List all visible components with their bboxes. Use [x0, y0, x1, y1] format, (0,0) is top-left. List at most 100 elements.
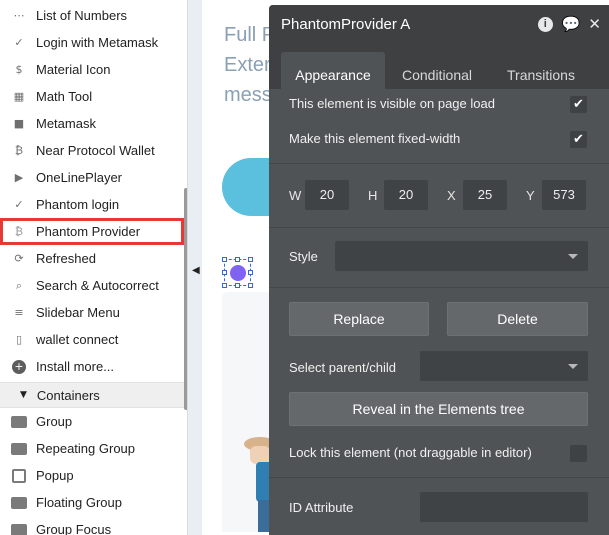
caret-down-icon: ▼ [20, 390, 27, 400]
resize-handle[interactable] [235, 283, 240, 288]
palette-item-slidebar-menu[interactable]: ≡ Slidebar Menu [0, 299, 184, 326]
replace-button[interactable]: Replace [289, 302, 429, 336]
resize-handle[interactable] [248, 270, 253, 275]
palette-item-metamask[interactable]: ■ Metamask [0, 110, 184, 137]
resize-handle[interactable] [235, 257, 240, 262]
palette-item-refreshed[interactable]: ⟳ Refreshed [0, 245, 184, 272]
canvas-text-line: Exter [224, 54, 271, 76]
chevron-down-icon [568, 254, 578, 259]
palette-item-search-autocorrect[interactable]: ⌕ Search & Autocorrect [0, 272, 184, 299]
menu-icon: ≡ [14, 306, 24, 319]
phantom-provider-element[interactable] [222, 257, 253, 288]
palette-item-floating-group[interactable]: Floating Group [0, 489, 184, 516]
phantom-ghost-icon [230, 265, 246, 281]
palette-item-popup[interactable]: Popup [0, 462, 184, 489]
collapse-panel-arrow-icon[interactable]: ◀ [192, 265, 200, 276]
height-input[interactable]: 20 [384, 180, 428, 210]
x-label: X [447, 188, 456, 203]
palette-item-wallet-connect[interactable]: ▯ wallet connect [0, 326, 184, 353]
palette-item-label: Near Protocol Wallet [36, 143, 155, 158]
divider [269, 477, 609, 478]
dollar-icon: $ [15, 63, 23, 76]
section-header-label: Containers [36, 387, 100, 403]
width-input[interactable]: 20 [305, 180, 349, 210]
property-editor-title: PhantomProvider A [281, 15, 411, 33]
palette-item-label: Material Icon [36, 62, 111, 77]
folder-icon [11, 523, 27, 535]
popup-icon [12, 468, 26, 483]
id-attribute-input[interactable] [420, 492, 588, 522]
palette-item-label: wallet connect [36, 332, 119, 347]
tab-conditional[interactable]: Conditional [389, 52, 485, 89]
palette-item-group-focus[interactable]: Group Focus [0, 516, 184, 535]
calculator-icon: ▦ [13, 90, 25, 103]
palette-item-label: Floating Group [36, 495, 122, 510]
palette-item-material-icon[interactable]: $ Material Icon [0, 56, 184, 83]
id-attribute-label: ID Attribute [289, 500, 354, 515]
palette-item-label: Login with Metamask [36, 35, 159, 50]
folder-icon [11, 415, 27, 428]
info-icon[interactable]: i [537, 16, 553, 32]
palette-item-label: Group Focus [36, 522, 112, 535]
reveal-in-elements-tree-button[interactable]: Reveal in the Elements tree [289, 392, 588, 426]
palette-item-label: List of Numbers [36, 8, 128, 23]
fixed-width-label: Make this element fixed-width [289, 131, 461, 146]
visible-on-load-checkbox[interactable]: ✔ [570, 96, 587, 113]
style-label: Style [289, 249, 318, 264]
width-label: W [289, 188, 302, 203]
canvas-text-block[interactable]: Full P Exter mess [224, 20, 275, 110]
palette-item-list-of-numbers[interactable]: ⋯ List of Numbers [0, 2, 184, 29]
resize-handle[interactable] [248, 283, 253, 288]
palette-item-near-protocol-wallet[interactable]: ₿ Near Protocol Wallet [0, 137, 184, 164]
tab-transitions[interactable]: Transitions [493, 52, 589, 89]
y-input[interactable]: 573 [542, 180, 586, 210]
palette-scrollbar[interactable] [184, 188, 187, 410]
property-editor: PhantomProvider A i 💬 ✕ Appearance Condi… [269, 5, 609, 535]
parent-child-dropdown[interactable] [420, 351, 588, 381]
section-header-containers[interactable]: ▼ Containers [0, 382, 184, 408]
lock-element-checkbox[interactable] [570, 445, 587, 462]
resize-handle[interactable] [248, 257, 253, 262]
palette-item-group[interactable]: Group [0, 408, 184, 435]
palette-item-label: Repeating Group [36, 441, 136, 456]
divider [269, 163, 609, 164]
palette-item-label: Metamask [36, 116, 96, 131]
palette-item-onelineplayer[interactable]: ▶ OneLinePlayer [0, 164, 184, 191]
ellipsis-icon: ⋯ [13, 9, 25, 22]
visible-on-load-label: This element is visible on page load [289, 96, 495, 111]
plus-circle-icon: + [12, 359, 26, 374]
resize-handle[interactable] [222, 257, 227, 262]
palette-item-repeating-group[interactable]: Repeating Group [0, 435, 184, 462]
palette-item-login-with-metamask[interactable]: ✓ Login with Metamask [0, 29, 184, 56]
select-parent-child-label: Select parent/child [289, 360, 396, 375]
palette-item-install-more[interactable]: + Install more... [0, 353, 184, 380]
resize-handle[interactable] [222, 283, 227, 288]
palette-item-label: Search & Autocorrect [36, 278, 159, 293]
property-editor-titlebar[interactable]: PhantomProvider A i 💬 ✕ [269, 5, 609, 43]
palette-item-label: OneLinePlayer [36, 170, 122, 185]
palette-item-math-tool[interactable]: ▦ Math Tool [0, 83, 184, 110]
height-label: H [368, 188, 378, 203]
refresh-icon: ⟳ [14, 252, 24, 265]
tab-appearance[interactable]: Appearance [281, 52, 385, 89]
style-dropdown[interactable] [335, 241, 588, 271]
search-icon: ⌕ [15, 278, 23, 292]
fixed-width-checkbox[interactable]: ✔ [570, 131, 587, 148]
delete-button[interactable]: Delete [447, 302, 588, 336]
palette-item-label: Phantom login [36, 197, 120, 212]
divider [269, 227, 609, 228]
close-icon[interactable]: ✕ [588, 15, 601, 33]
comment-icon[interactable]: 💬 [562, 15, 581, 33]
folder-icon [11, 496, 27, 509]
check-circle-icon: ✓ [14, 198, 24, 211]
play-icon: ▶ [14, 171, 24, 184]
palette-item-phantom-login[interactable]: ✓ Phantom login [0, 191, 184, 218]
y-label: Y [526, 188, 535, 203]
palette-item-label: Popup [36, 468, 74, 483]
chevron-down-icon [568, 364, 578, 369]
resize-handle[interactable] [222, 270, 227, 275]
bitcoin-icon: ₿ [14, 225, 24, 238]
x-input[interactable]: 25 [463, 180, 507, 210]
phone-icon: ▯ [15, 333, 23, 346]
palette-item-phantom-provider[interactable]: ₿ Phantom Provider [0, 218, 184, 245]
